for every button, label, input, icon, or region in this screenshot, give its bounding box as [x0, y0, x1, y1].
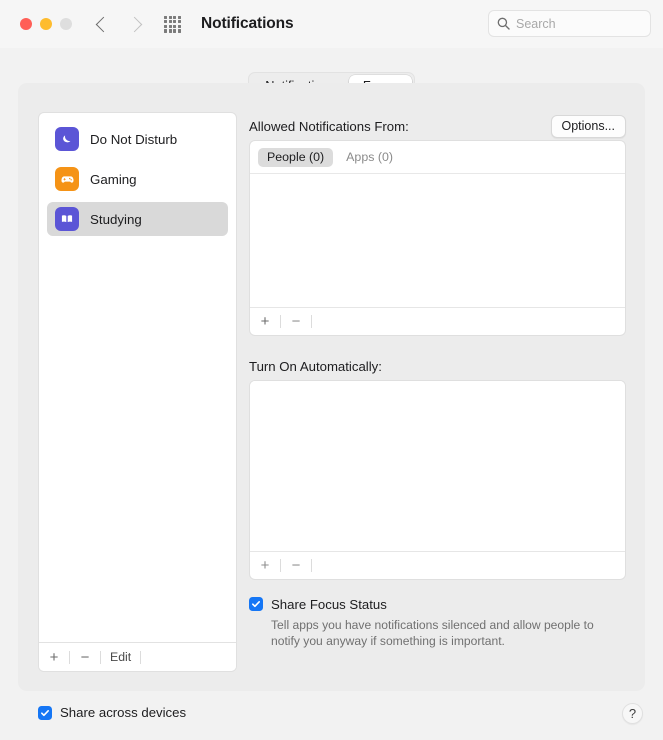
allowed-notifications-title: Allowed Notifications From: — [249, 119, 409, 134]
toolbar-separator — [140, 651, 141, 664]
search-field[interactable] — [488, 10, 651, 37]
checkmark-icon — [40, 708, 50, 718]
share-focus-status-label: Share Focus Status — [271, 597, 387, 612]
turn-on-automatically-title: Turn On Automatically: — [249, 359, 382, 374]
navigation-arrows — [98, 19, 140, 30]
moon-icon — [55, 127, 79, 151]
sidebar-item-label: Gaming — [90, 172, 137, 187]
back-icon[interactable] — [96, 16, 112, 32]
share-across-devices-row[interactable]: Share across devices — [38, 705, 186, 722]
automatic-list-toolbar: + − — [250, 551, 625, 579]
sidebar-item-label: Studying — [90, 212, 142, 227]
remove-schedule-button: − — [281, 552, 311, 579]
apps-grid-icon[interactable] — [164, 16, 181, 33]
gamepad-icon — [55, 167, 79, 191]
sidebar-toolbar: + − Edit — [39, 642, 236, 671]
sidebar-item-label: Do Not Disturb — [90, 132, 177, 147]
tab-people[interactable]: People (0) — [258, 148, 333, 167]
focus-list: Do Not Disturb Gaming — [39, 113, 236, 236]
add-allowed-button[interactable]: + — [250, 308, 280, 335]
toolbar-separator — [311, 315, 312, 328]
preferences-panel: Do Not Disturb Gaming — [18, 83, 645, 691]
allowed-list-toolbar: + − — [250, 307, 625, 335]
help-button[interactable]: ? — [622, 703, 643, 724]
add-schedule-button[interactable]: + — [250, 552, 280, 579]
focus-sidebar: Do Not Disturb Gaming — [38, 112, 237, 672]
close-button[interactable] — [20, 18, 32, 30]
focus-detail-pane: Allowed Notifications From: Options... P… — [249, 112, 626, 672]
turn-on-automatically-listbox: + − — [249, 380, 626, 580]
search-input[interactable] — [516, 17, 642, 31]
forward-icon — [127, 16, 143, 32]
toolbar-separator — [311, 559, 312, 572]
allowed-tabs: People (0) Apps (0) — [250, 141, 625, 174]
remove-focus-button[interactable]: − — [70, 643, 100, 671]
allowed-notifications-listbox: People (0) Apps (0) + − — [249, 140, 626, 336]
add-focus-button[interactable]: + — [39, 643, 69, 671]
book-icon — [55, 207, 79, 231]
remove-allowed-button: − — [281, 308, 311, 335]
automatic-list-body[interactable] — [250, 381, 625, 551]
tab-apps[interactable]: Apps (0) — [337, 148, 402, 167]
page-title: Notifications — [201, 15, 294, 33]
maximize-button[interactable] — [60, 18, 72, 30]
edit-focus-button[interactable]: Edit — [101, 643, 140, 671]
turn-on-automatically-header: Turn On Automatically: — [249, 352, 626, 380]
share-focus-status-checkbox[interactable] — [249, 597, 263, 611]
allowed-list-body[interactable] — [250, 174, 625, 307]
share-focus-status-row[interactable]: Share Focus Status Tell apps you have no… — [249, 596, 626, 650]
sidebar-item-do-not-disturb[interactable]: Do Not Disturb — [47, 122, 228, 156]
allowed-notifications-header: Allowed Notifications From: Options... — [249, 112, 626, 140]
traffic-lights — [20, 18, 72, 30]
options-button[interactable]: Options... — [551, 115, 627, 138]
sidebar-item-gaming[interactable]: Gaming — [47, 162, 228, 196]
share-across-devices-checkbox[interactable] — [38, 706, 52, 720]
share-across-devices-label: Share across devices — [60, 705, 186, 722]
search-icon — [497, 17, 510, 30]
share-focus-status-description: Tell apps you have notifications silence… — [271, 617, 596, 650]
window-titlebar: Notifications — [0, 0, 663, 48]
checkmark-icon — [251, 599, 261, 609]
sidebar-item-studying[interactable]: Studying — [47, 202, 228, 236]
minimize-button[interactable] — [40, 18, 52, 30]
